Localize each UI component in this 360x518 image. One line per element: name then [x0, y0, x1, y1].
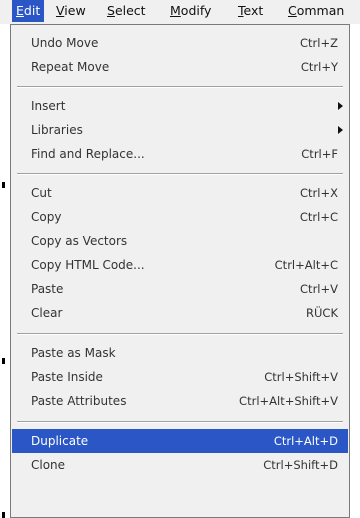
menu-commands[interactable]: Comman: [288, 0, 344, 22]
menu-item-label: Paste Inside: [31, 370, 103, 384]
shortcut-label: Ctrl+Y: [300, 60, 338, 74]
shortcut-label: Ctrl+C: [299, 210, 338, 224]
shortcut-label: RÜCK: [306, 306, 338, 320]
menu-item-copy-html-code[interactable]: Copy HTML Code... Ctrl+Alt+C: [12, 253, 348, 277]
menu-item-label: Libraries: [31, 123, 83, 137]
menu-item-label: Clear: [31, 306, 63, 320]
menu-item-paste-as-mask[interactable]: Paste as Mask: [12, 341, 348, 365]
background-edge-mark: [2, 358, 5, 364]
menu-view[interactable]: View: [56, 0, 86, 22]
menu-separator: [17, 421, 343, 423]
menu-item-label: Copy as Vectors: [31, 234, 128, 248]
shortcut-label: Ctrl+V: [300, 282, 338, 296]
shortcut-label: Ctrl+F: [301, 147, 338, 161]
menu-separator: [17, 173, 343, 175]
submenu-arrow-icon: [338, 126, 343, 134]
menu-item-label: Paste Attributes: [31, 394, 127, 408]
menu-item-paste-inside[interactable]: Paste Inside Ctrl+Shift+V: [12, 365, 348, 389]
menu-modify[interactable]: Modify: [170, 0, 211, 22]
edit-dropdown-menu: Undo Move Ctrl+Z Repeat Move Ctrl+Y Inse…: [10, 24, 350, 518]
menu-item-clone[interactable]: Clone Ctrl+Shift+D: [12, 453, 348, 477]
menu-item-label: Cut: [31, 186, 52, 200]
menu-item-libraries[interactable]: Libraries: [12, 118, 348, 142]
shortcut-label: Ctrl+Alt+C: [274, 258, 338, 272]
menu-edit[interactable]: Edit: [12, 0, 45, 22]
background-edge-mark: [2, 512, 5, 518]
menu-separator: [17, 333, 343, 335]
menu-item-label: Repeat Move: [31, 60, 110, 74]
shortcut-label: Ctrl+Shift+V: [264, 370, 338, 384]
menu-item-label: Copy: [31, 210, 62, 224]
menu-item-copy[interactable]: Copy Ctrl+C: [12, 205, 348, 229]
menu-bar: Edit View Select Modify Text Comman: [0, 0, 360, 24]
menu-item-insert[interactable]: Insert: [12, 94, 348, 118]
menu-item-label: Duplicate: [31, 434, 89, 448]
menu-item-clear[interactable]: Clear RÜCK: [12, 301, 348, 325]
submenu-arrow-icon: [338, 102, 343, 110]
shortcut-label: Ctrl+X: [300, 186, 338, 200]
background-edge-mark: [2, 182, 5, 188]
menu-item-repeat-move[interactable]: Repeat Move Ctrl+Y: [12, 55, 348, 79]
menu-item-paste-attributes[interactable]: Paste Attributes Ctrl+Alt+Shift+V: [12, 389, 348, 413]
menu-item-label: Copy HTML Code...: [31, 258, 145, 272]
menu-item-undo-move[interactable]: Undo Move Ctrl+Z: [12, 31, 348, 55]
menu-item-label: Undo Move: [31, 36, 99, 50]
menu-item-find-and-replace[interactable]: Find and Replace... Ctrl+F: [12, 142, 348, 166]
menu-item-label: Paste: [31, 282, 64, 296]
menu-item-duplicate[interactable]: Duplicate Ctrl+Alt+D: [12, 429, 348, 453]
menu-item-label: Clone: [31, 458, 66, 472]
menu-text[interactable]: Text: [238, 0, 263, 22]
menu-item-cut[interactable]: Cut Ctrl+X: [12, 181, 348, 205]
shortcut-label: Ctrl+Alt+D: [273, 434, 338, 448]
menu-item-label: Find and Replace...: [31, 147, 145, 161]
shortcut-label: Ctrl+Z: [300, 36, 338, 50]
menu-item-paste[interactable]: Paste Ctrl+V: [12, 277, 348, 301]
shortcut-label: Ctrl+Shift+D: [263, 458, 338, 472]
menu-select[interactable]: Select: [107, 0, 146, 22]
menu-item-label: Paste as Mask: [31, 346, 116, 360]
menu-item-copy-as-vectors[interactable]: Copy as Vectors: [12, 229, 348, 253]
shortcut-label: Ctrl+Alt+Shift+V: [239, 394, 338, 408]
menu-item-label: Insert: [31, 99, 66, 113]
menu-separator: [17, 86, 343, 88]
